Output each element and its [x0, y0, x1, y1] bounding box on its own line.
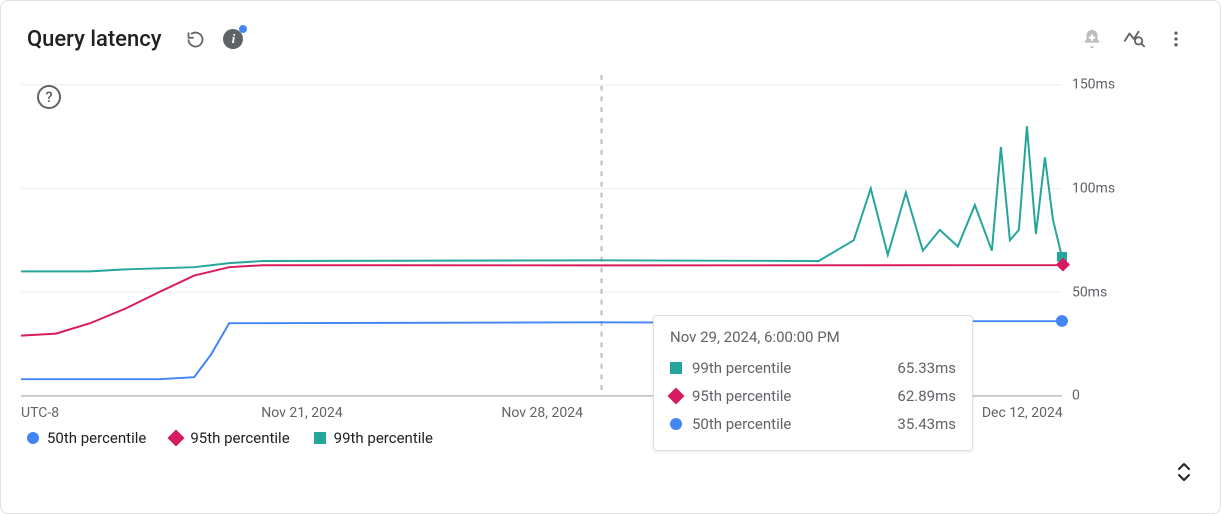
tooltip-label: 99th percentile — [692, 354, 887, 382]
x-tick: Dec 12, 2024 — [982, 405, 1063, 421]
y-tick: 150ms — [1072, 77, 1115, 93]
y-tick: 50ms — [1072, 285, 1107, 301]
y-tick: 0 — [1072, 388, 1080, 404]
y-tick: 100ms — [1072, 181, 1115, 197]
info-icon[interactable]: i — [221, 27, 245, 51]
card-header: Query latency i — [1, 1, 1220, 65]
legend-label: 99th percentile — [334, 429, 433, 447]
tooltip-value: 62.89ms — [897, 382, 956, 410]
metrics-explore-icon[interactable] — [1122, 27, 1146, 51]
tooltip-value: 65.33ms — [897, 354, 956, 382]
chart-title: Query latency — [27, 27, 161, 52]
legend-label: 95th percentile — [190, 429, 289, 447]
legend-item-p95[interactable]: 95th percentile — [170, 429, 289, 447]
tooltip-row-p99: 99th percentile 65.33ms — [670, 354, 956, 382]
x-tick: Nov 21, 2024 — [261, 405, 343, 421]
legend: 50th percentile 95th percentile 99th per… — [1, 425, 1220, 461]
bell-add-icon[interactable] — [1080, 27, 1104, 51]
x-tick: Nov 28, 2024 — [501, 405, 583, 421]
x-tz: UTC-8 — [21, 405, 59, 421]
refresh-icon[interactable] — [183, 27, 207, 51]
tooltip-row-p95: 95th percentile 62.89ms — [670, 382, 956, 410]
legend-item-p99[interactable]: 99th percentile — [314, 429, 433, 447]
legend-label: 50th percentile — [47, 429, 146, 447]
expand-toggle[interactable] — [1176, 461, 1192, 483]
more-options-icon[interactable] — [1164, 27, 1188, 51]
chart-area[interactable]: ? 150ms 100ms 50ms 0 — [1, 65, 1220, 425]
circle-icon — [27, 432, 39, 444]
tooltip-label: 95th percentile — [692, 382, 887, 410]
tooltip-timestamp: Nov 29, 2024, 6:00:00 PM — [670, 328, 956, 346]
diamond-icon — [168, 430, 185, 447]
square-icon — [670, 362, 682, 374]
help-icon[interactable]: ? — [37, 85, 61, 109]
marker-p50 — [1056, 315, 1068, 327]
square-icon — [314, 432, 326, 444]
series-p99 — [21, 126, 1062, 271]
header-actions — [1080, 27, 1198, 51]
legend-item-p50[interactable]: 50th percentile — [27, 429, 146, 447]
notification-dot — [239, 25, 247, 33]
diamond-icon — [668, 388, 685, 405]
chart-card: Query latency i — [0, 0, 1221, 514]
